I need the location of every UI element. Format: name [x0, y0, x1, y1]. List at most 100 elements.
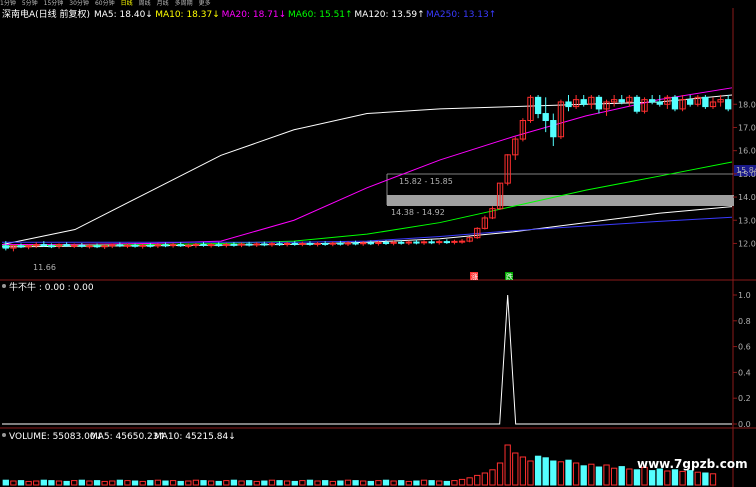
- volume-bar: [550, 460, 557, 486]
- candle-body: [542, 113, 549, 122]
- candle-body: [169, 244, 177, 247]
- candle-body: [131, 244, 139, 247]
- candle-body: [580, 99, 587, 105]
- volume-bar: [63, 480, 70, 486]
- volume-bar: [466, 477, 473, 486]
- volume-bar: [124, 480, 131, 486]
- volume-bar: [337, 480, 344, 486]
- volume-bar: [147, 480, 154, 486]
- candle-body: [147, 244, 154, 247]
- volume-bar: [17, 480, 25, 486]
- volume-bar: [215, 480, 222, 486]
- candle-body: [405, 241, 412, 244]
- indicator-axis: 1.0 0.8 0.6 0.4 0.2 0.0: [733, 291, 751, 429]
- volume-bar: [329, 480, 336, 486]
- candle-body: [458, 240, 466, 243]
- volume-bar: [443, 480, 451, 486]
- volume-bar: [78, 479, 86, 486]
- volume-bar: [527, 460, 534, 486]
- candle-body: [109, 244, 116, 247]
- candle-body: [40, 244, 47, 247]
- price-tick-label: 14.0: [738, 193, 756, 202]
- volume-bar: [25, 480, 32, 486]
- volume-bar: [360, 480, 367, 486]
- indicator-tick-label: 0.6: [738, 343, 751, 352]
- volume-bar: [633, 469, 641, 486]
- candle-body: [291, 242, 298, 245]
- volume-bar: [245, 480, 253, 486]
- ma-line-ma20: [1, 87, 733, 246]
- low-price-label: 11.66: [33, 263, 56, 272]
- candle-body: [618, 99, 625, 103]
- candle-body: [633, 96, 641, 112]
- volume-bar: [382, 479, 390, 486]
- volume-bar: [116, 479, 124, 486]
- volume-bar: [2, 479, 9, 486]
- volume-bar: [101, 480, 108, 486]
- volume-bar: [626, 468, 633, 486]
- volume-bar: [481, 472, 489, 486]
- candle-body: [329, 242, 336, 245]
- ma-line-ma250: [2, 216, 733, 243]
- marker-red-label: 涨: [471, 272, 478, 281]
- volume-bar: [109, 480, 116, 486]
- candle-body: [390, 241, 397, 244]
- volume-bar: [451, 480, 458, 486]
- volume-bar: [261, 480, 268, 486]
- volume-bar: [603, 464, 610, 486]
- candle-body: [451, 240, 458, 243]
- ma-legend-item: MA5: 18.40↓: [94, 10, 153, 20]
- volume-bar: [154, 479, 162, 486]
- candle-body: [63, 244, 70, 247]
- candle-body: [200, 243, 207, 246]
- ma-legend-item: MA250: 13.13↑: [426, 10, 496, 20]
- candle-body: [86, 245, 93, 248]
- candle-body: [436, 241, 443, 244]
- candle-body: [245, 243, 253, 246]
- volume-bar: [131, 480, 139, 486]
- indicator-tick-label: 0.2: [738, 394, 751, 403]
- candle-body: [283, 242, 291, 245]
- ma-legend-item: MA120: 13.59↑: [354, 10, 424, 20]
- volume-bar: [10, 480, 17, 486]
- moving-average-lines: [1, 87, 733, 248]
- candle-body: [17, 245, 25, 248]
- volume-bar: [185, 480, 192, 486]
- candle-body: [2, 245, 9, 249]
- volume-settings-icon[interactable]: [2, 433, 6, 437]
- candle-body: [702, 96, 709, 108]
- volume-label: VOLUME: 55083.00↓: [9, 432, 103, 442]
- indicator-line: [2, 294, 732, 425]
- volume-bar: [565, 459, 572, 486]
- volume-bar: [542, 457, 549, 486]
- price-tick-label: 12.0: [738, 239, 756, 248]
- volume-bar: [299, 480, 306, 486]
- volume-bar: [352, 480, 359, 486]
- ma-legend: MA5: 18.40↓ MA10: 18.37↓ MA20: 18.71↓ MA60:…: [94, 10, 496, 20]
- candle-body: [223, 243, 230, 246]
- volume-bar: [580, 465, 587, 486]
- indicator-tick-label: 0.0: [738, 420, 751, 429]
- volume-bar: [230, 479, 238, 486]
- volume-bar: [48, 480, 55, 486]
- volume-bar: [55, 480, 63, 486]
- volume-bar: [420, 479, 428, 486]
- indicator-tick-label: 1.0: [738, 291, 751, 300]
- candle-body: [238, 243, 245, 246]
- candle-body: [314, 242, 321, 245]
- ma-legend-item: MA20: 18.71↓: [222, 10, 287, 20]
- volume-bar: [413, 480, 420, 486]
- indicator-settings-icon[interactable]: [2, 284, 6, 288]
- volume-bar: [709, 473, 717, 486]
- candle-body: [215, 244, 222, 247]
- indicator-series-line: [2, 294, 732, 425]
- candle-body: [550, 120, 557, 138]
- candle-body: [352, 242, 359, 245]
- candle-body: [101, 245, 108, 248]
- volume-bar: [276, 480, 283, 486]
- volume-bar: [656, 468, 663, 486]
- volume-ma10-label: MA10: 45215.84↓: [154, 432, 236, 442]
- candle-body: [48, 245, 55, 248]
- price-tick-label: 18.0: [738, 100, 756, 109]
- indicator-tick-label: 0.8: [738, 317, 751, 326]
